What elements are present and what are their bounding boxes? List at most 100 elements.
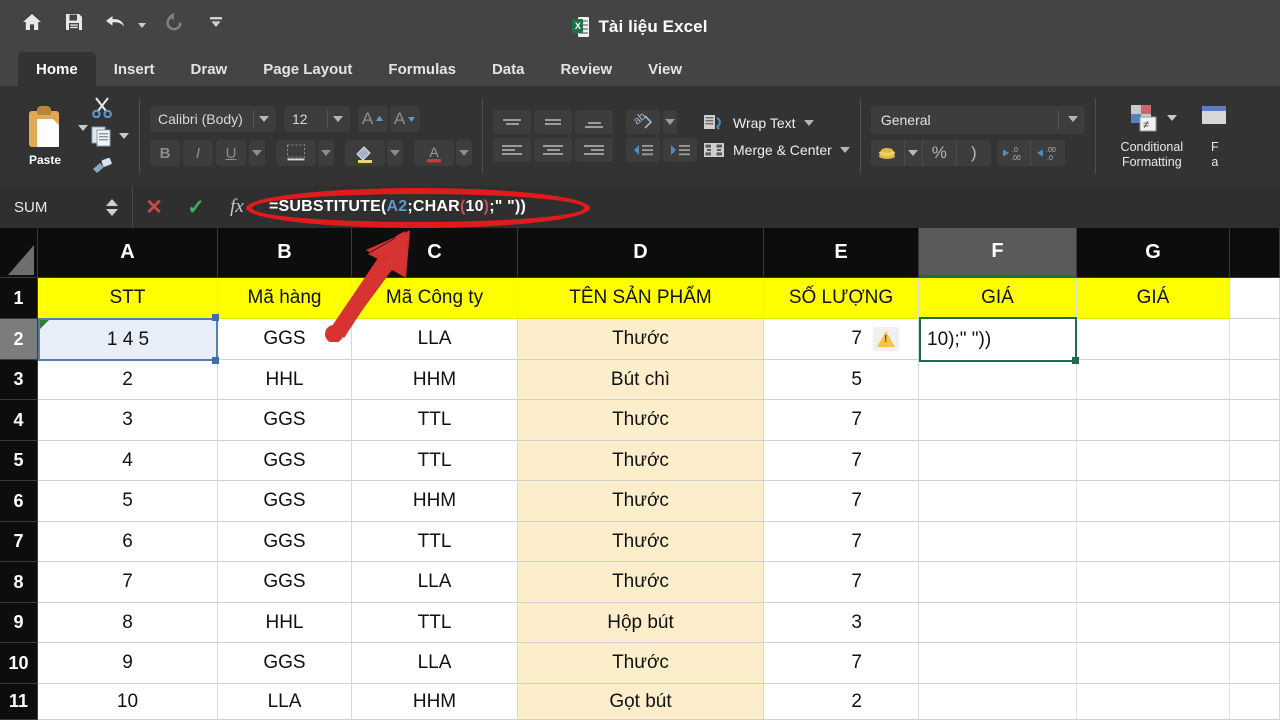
selection-handle-top-right[interactable] — [212, 314, 219, 321]
cell-g7[interactable] — [1077, 522, 1230, 562]
cell-d7[interactable]: Thước — [518, 522, 764, 562]
cut-button[interactable] — [90, 94, 129, 121]
row-header-11[interactable]: 11 — [0, 684, 38, 720]
cell-h9[interactable] — [1230, 603, 1280, 643]
cell-g9[interactable] — [1077, 603, 1230, 643]
cell-e5[interactable]: 7 — [764, 441, 919, 481]
editing-cell-f2[interactable]: 10);" ")) — [919, 317, 1079, 364]
cell-g3[interactable] — [1077, 360, 1230, 400]
tab-view[interactable]: View — [630, 52, 700, 86]
tab-data[interactable]: Data — [474, 52, 543, 86]
cell-h8[interactable] — [1230, 562, 1280, 603]
cell-g11[interactable] — [1077, 684, 1230, 720]
enter-formula-button[interactable]: ✓ — [175, 186, 217, 228]
column-header-c[interactable]: C — [352, 228, 518, 278]
cell-f6[interactable] — [919, 481, 1077, 522]
cell-h11[interactable] — [1230, 684, 1280, 720]
cell-d3[interactable]: Bút chì — [518, 360, 764, 400]
cell-g8[interactable] — [1077, 562, 1230, 603]
conditional-formatting-button[interactable]: ≠ Conditional Formatting — [1106, 103, 1198, 170]
cell-e6[interactable]: 7 — [764, 481, 919, 522]
cell-b6[interactable]: GGS — [218, 481, 352, 522]
merge-center-button[interactable]: Merge & Center — [703, 140, 850, 160]
cell-a5[interactable]: 4 — [38, 441, 218, 481]
cell-a3[interactable]: 2 — [38, 360, 218, 400]
cell-g1[interactable]: GIÁ — [1077, 278, 1230, 319]
cell-d4[interactable]: Thước — [518, 400, 764, 441]
font-color-button[interactable]: A — [414, 140, 454, 166]
align-top-button[interactable] — [493, 110, 531, 134]
row-header-2[interactable]: 2 — [0, 319, 38, 360]
cell-a4[interactable]: 3 — [38, 400, 218, 441]
cell-b5[interactable]: GGS — [218, 441, 352, 481]
tab-page-layout[interactable]: Page Layout — [245, 52, 370, 86]
formula-bar-input[interactable]: =SUBSTITUTE(A2 ;CHAR(10) ;" ")) — [257, 186, 1280, 228]
row-header-6[interactable]: 6 — [0, 481, 38, 522]
cell-c6[interactable]: HHM — [352, 481, 518, 522]
cell-c10[interactable]: LLA — [352, 643, 518, 684]
cell-d10[interactable]: Thước — [518, 643, 764, 684]
spinner-down-icon[interactable] — [106, 208, 118, 216]
selection-handle-bottom-right[interactable] — [212, 357, 219, 364]
cell-h3[interactable] — [1230, 360, 1280, 400]
tab-insert[interactable]: Insert — [96, 52, 173, 86]
row-header-8[interactable]: 8 — [0, 562, 38, 603]
orientation-dropdown-caret-icon[interactable] — [663, 110, 677, 134]
decrease-font-size-button[interactable]: A — [390, 106, 420, 132]
cell-h10[interactable] — [1230, 643, 1280, 684]
merge-center-caret-icon[interactable] — [839, 146, 850, 153]
cell-c3[interactable]: HHM — [352, 360, 518, 400]
cell-f8[interactable] — [919, 562, 1077, 603]
cell-h2[interactable] — [1230, 319, 1280, 360]
cell-e3[interactable]: 5 — [764, 360, 919, 400]
format-as-table-button[interactable]: F a — [1198, 103, 1232, 170]
cell-f4[interactable] — [919, 400, 1077, 441]
align-left-button[interactable] — [493, 138, 531, 162]
cell-g4[interactable] — [1077, 400, 1230, 441]
row-header-9[interactable]: 9 — [0, 603, 38, 643]
cell-b1[interactable]: Mã hàng — [218, 278, 352, 319]
percent-format-button[interactable]: % — [923, 140, 957, 166]
name-box[interactable]: SUM — [0, 186, 96, 228]
cell-d9[interactable]: Hộp bút — [518, 603, 764, 643]
cell-c5[interactable]: TTL — [352, 441, 518, 481]
cell-a10[interactable]: 9 — [38, 643, 218, 684]
decrease-indent-button[interactable] — [626, 138, 660, 162]
align-center-button[interactable] — [534, 138, 572, 162]
tab-draw[interactable]: Draw — [173, 52, 246, 86]
cell-b3[interactable]: HHL — [218, 360, 352, 400]
accounting-dropdown-caret-icon[interactable] — [905, 140, 923, 166]
cell-c1[interactable]: Mã Công ty — [352, 278, 518, 319]
paste-button[interactable]: Paste — [14, 105, 76, 167]
cell-f10[interactable] — [919, 643, 1077, 684]
copy-dropdown-caret-icon[interactable] — [119, 133, 129, 139]
cell-b7[interactable]: GGS — [218, 522, 352, 562]
cell-d6[interactable]: Thước — [518, 481, 764, 522]
cell-e7[interactable]: 7 — [764, 522, 919, 562]
font-size-select[interactable]: 12 — [284, 106, 350, 132]
cell-f7[interactable] — [919, 522, 1077, 562]
cell-f11[interactable] — [919, 684, 1077, 720]
cell-c7[interactable]: TTL — [352, 522, 518, 562]
active-cell-a2[interactable]: 1 4 5 — [38, 318, 218, 361]
cell-c11[interactable]: HHM — [352, 684, 518, 720]
wrap-text-button[interactable]: Wrap Text — [703, 113, 850, 133]
cell-h5[interactable] — [1230, 441, 1280, 481]
cell-f9[interactable] — [919, 603, 1077, 643]
number-format-caret-icon[interactable] — [1067, 116, 1078, 122]
row-header-4[interactable]: 4 — [0, 400, 38, 441]
cell-g6[interactable] — [1077, 481, 1230, 522]
cell-e1[interactable]: SỐ LƯỢNG — [764, 278, 919, 319]
cell-d11[interactable]: Gọt bút — [518, 684, 764, 720]
spinner-up-icon[interactable] — [106, 198, 118, 206]
cell-h6[interactable] — [1230, 481, 1280, 522]
column-header-g[interactable]: G — [1077, 228, 1230, 278]
cell-a8[interactable]: 7 — [38, 562, 218, 603]
row-header-10[interactable]: 10 — [0, 643, 38, 684]
cell-b8[interactable]: GGS — [218, 562, 352, 603]
cell-h7[interactable] — [1230, 522, 1280, 562]
fill-color-dropdown-caret-icon[interactable] — [387, 140, 403, 166]
fill-color-button[interactable] — [345, 140, 385, 166]
fill-handle[interactable] — [1072, 357, 1079, 364]
column-header-e[interactable]: E — [764, 228, 919, 278]
